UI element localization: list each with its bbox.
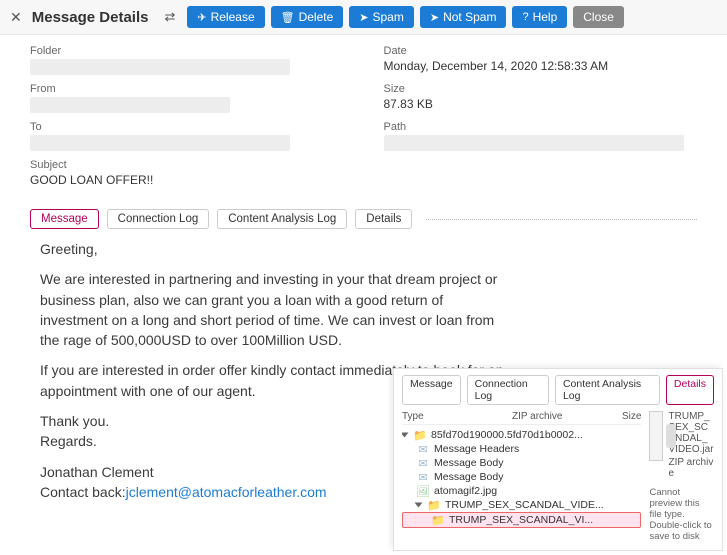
close-icon[interactable]: ✕ [10,9,22,26]
body-paragraph-1: We are interested in partnering and inve… [40,269,510,350]
chevron-down-icon [402,433,409,438]
tree-root[interactable]: 📁 85fd70d190000.5fd70d1b0002... [402,428,641,442]
greeting: Greeting, [40,239,510,259]
tree-body1-label: Message Body [434,457,503,469]
tree-image-label: atomagif2.jpg [434,485,497,497]
contact-email-link[interactable]: jclement@atomacforleather.com [126,484,327,500]
preview-thumb [649,411,662,461]
to-value [30,135,290,151]
path-label: Path [384,121,698,133]
thanks-text: Thank you. [40,413,109,429]
subject-value: GOOD LOAN OFFER!! [30,173,344,189]
tab2-content-analysis-log[interactable]: Content Analysis Log [555,375,660,405]
help-button[interactable]: ? Help [512,6,567,28]
chevron-down-icon [415,503,423,508]
tab-details[interactable]: Details [355,209,412,229]
tab2-details[interactable]: Details [666,375,714,405]
col-type: Type [402,411,512,422]
zip-icon: 📁 [431,514,445,526]
release-button[interactable]: ✈ Release [187,6,264,28]
tree-body2-label: Message Body [434,471,503,483]
size-label: Size [384,83,698,95]
delete-button[interactable]: 🗑 Delete [271,6,344,28]
not-spam-button[interactable]: ➤ Not Spam [420,6,507,28]
folder-icon: 📁 [413,429,427,441]
close-label: Close [583,10,614,24]
details-overlay: Message Connection Log Content Analysis … [393,368,723,551]
from-label: From [30,83,344,95]
col-size: Size [622,411,641,422]
tree-header: Type ZIP archive Size [402,411,641,425]
tree-item-zip1[interactable]: 📁 TRUMP_SEX_SCANDAL_VIDE... [402,498,641,512]
dialog-header: ✕ Message Details ⇄ ✈ Release 🗑 Delete ➤ Sp… [0,0,727,35]
tree-item-zip2-selected[interactable]: 📁 TRUMP_SEX_SCANDAL_VI... [402,512,641,528]
signature-name: Jonathan Clement [40,464,154,480]
tree-item-image[interactable]: 🖼 atomagif2.jpg [402,484,641,498]
tab2-message[interactable]: Message [402,375,461,405]
regards-text: Regards. [40,433,97,449]
not-spam-label: Not Spam [443,10,496,24]
tree-item-headers[interactable]: ✉ Message Headers [402,442,641,456]
folder-value [30,59,290,75]
envelope-icon: ✉ [416,443,430,455]
date-value: Monday, December 14, 2020 12:58:33 AM [384,59,698,75]
help-label: Help [533,10,558,24]
preview-filetype: ZIP archive [669,457,714,479]
details-tree: Type ZIP archive Size 📁 85fd70d190000.5fd… [402,411,641,542]
chevron-right-icon: ➤ [359,11,368,24]
col-zip: ZIP archive [512,411,622,422]
envelope-icon: ✉ [416,471,430,483]
preview-pane: TRUMP_SEX_SCANDAL_VIDEO.jar ZIP archive … [649,411,714,542]
preview-note2: Double-click to save to disk [649,520,714,542]
path-value [384,135,684,151]
send-icon: ✈ [197,11,206,24]
date-label: Date [384,45,698,57]
meta-block: Folder Date Monday, December 14, 2020 12… [0,35,727,203]
swap-icon[interactable]: ⇄ [164,9,175,25]
image-icon: 🖼 [416,485,430,497]
chevron-right-icon: ➤ [430,11,439,24]
tab-content-analysis-log[interactable]: Content Analysis Log [217,209,347,229]
preview-note1: Cannot preview this file type. [649,487,714,520]
tab-connection-log[interactable]: Connection Log [107,209,210,229]
tree-zip1-label: TRUMP_SEX_SCANDAL_VIDE... [445,499,604,511]
tree-zip2-label: TRUMP_SEX_SCANDAL_VI... [449,514,593,526]
help-icon: ? [522,11,528,23]
delete-label: Delete [299,10,334,24]
trash-icon: 🗑 [281,11,295,24]
subject-label: Subject [30,159,344,171]
contact-prefix: Contact back: [40,484,126,500]
tree-item-body1[interactable]: ✉ Message Body [402,456,641,470]
envelope-icon: ✉ [416,457,430,469]
close-button[interactable]: Close [573,6,624,28]
tree-item-body2[interactable]: ✉ Message Body [402,470,641,484]
folder-label: Folder [30,45,344,57]
dotted-line [426,219,697,220]
tab2-connection-log[interactable]: Connection Log [467,375,549,405]
size-value: 87.83 KB [384,97,698,113]
spam-label: Spam [373,10,404,24]
details-tabs: Message Connection Log Content Analysis … [402,375,714,405]
to-label: To [30,121,344,133]
zip-icon: 📁 [427,499,441,511]
tab-message[interactable]: Message [30,209,99,229]
dialog-title: Message Details [32,9,149,26]
tree-root-label: 85fd70d190000.5fd70d1b0002... [431,429,583,441]
spam-button[interactable]: ➤ Spam [349,6,414,28]
tree-headers-label: Message Headers [434,443,519,455]
release-label: Release [211,10,255,24]
from-value [30,97,230,113]
main-tabs: Message Connection Log Content Analysis … [0,203,727,229]
